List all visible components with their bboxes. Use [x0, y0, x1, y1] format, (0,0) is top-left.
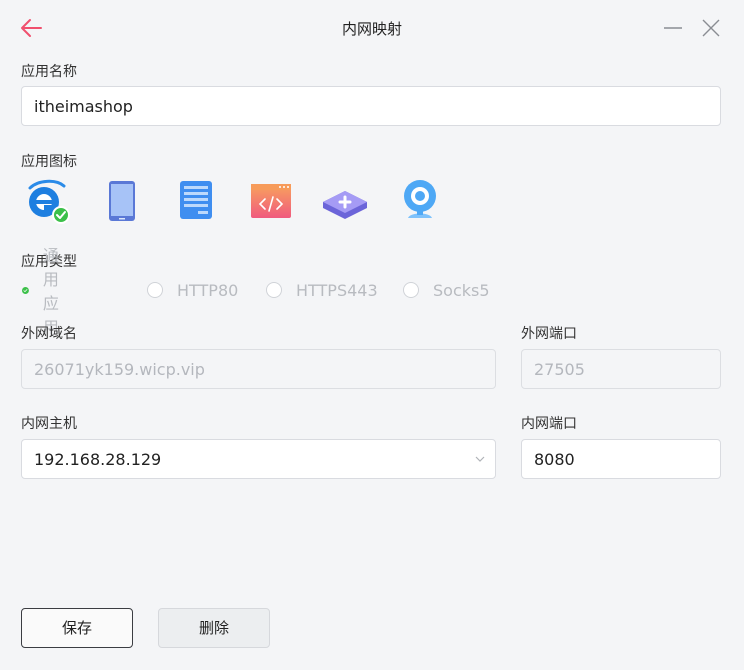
int-port-input[interactable] — [521, 439, 721, 479]
radio-socks5[interactable]: Socks5 — [403, 280, 490, 300]
radio-label-https443: HTTPS443 — [296, 280, 378, 300]
int-host-input[interactable] — [21, 439, 496, 479]
ext-domain-input — [21, 349, 496, 389]
phone-icon[interactable] — [106, 178, 150, 224]
app-name-input[interactable] — [21, 86, 721, 126]
int-port-label: 内网端口 — [521, 416, 577, 432]
ext-port-label: 外网端口 — [521, 326, 577, 342]
ext-port-input — [521, 349, 721, 389]
app-icon-label: 应用图标 — [21, 154, 77, 170]
server-icon[interactable] — [179, 178, 223, 224]
app-name-label: 应用名称 — [21, 64, 77, 80]
save-button[interactable]: 保存 — [21, 608, 133, 648]
ext-domain-label: 外网域名 — [21, 326, 77, 342]
radio-http80[interactable]: HTTP80 — [147, 280, 238, 300]
int-host-select[interactable] — [21, 439, 496, 479]
radio-circle — [266, 282, 282, 298]
check-circle-icon — [22, 286, 29, 294]
radio-label-socks5: Socks5 — [433, 280, 490, 300]
radio-circle — [147, 282, 163, 298]
delete-button[interactable]: 删除 — [158, 608, 270, 648]
radio-circle — [403, 282, 419, 298]
code-window-icon[interactable] — [250, 178, 294, 224]
radio-label-http80: HTTP80 — [177, 280, 239, 300]
webcam-icon[interactable] — [402, 178, 446, 224]
chevron-down-icon[interactable] — [474, 453, 486, 465]
int-host-label: 内网主机 — [21, 416, 77, 432]
router-icon[interactable] — [321, 178, 367, 224]
window-title: 内网映射 — [341, 20, 402, 38]
radio-https443[interactable]: HTTPS443 — [266, 280, 378, 300]
ie-icon[interactable] — [24, 178, 70, 224]
minimize-icon[interactable] — [662, 17, 684, 39]
close-icon[interactable] — [700, 17, 722, 39]
title-bar: 内网映射 — [0, 0, 744, 56]
radio-general-app[interactable]: 通用应用 — [22, 246, 69, 337]
